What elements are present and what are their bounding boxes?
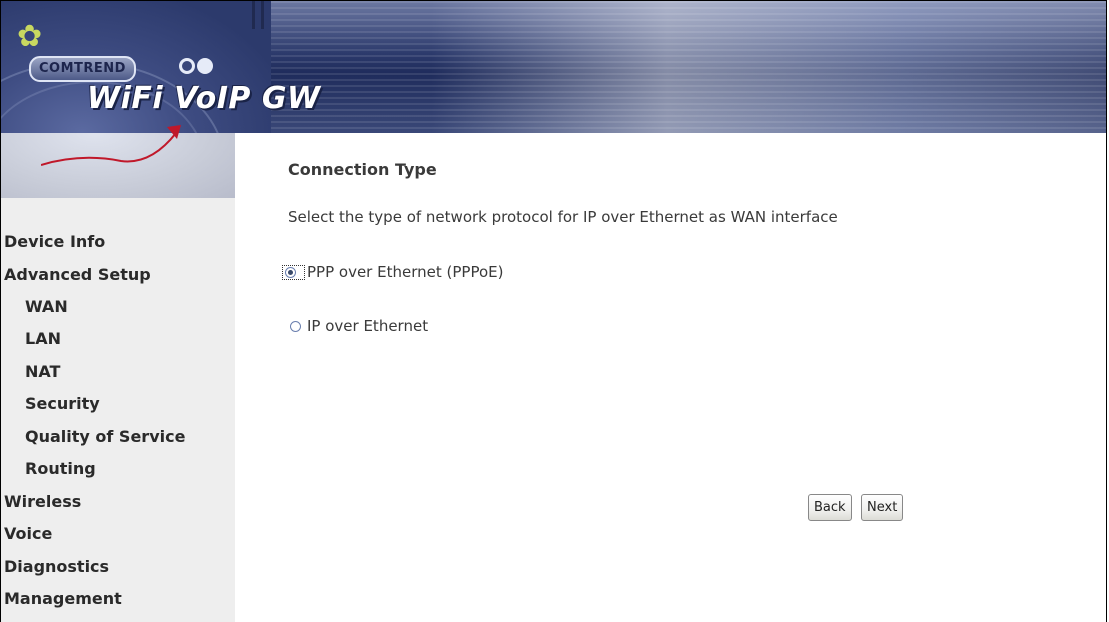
logo-tail — [1, 125, 235, 198]
sidebar-item-advanced-setup[interactable]: Advanced Setup — [4, 265, 151, 284]
sidebar-item-device-info[interactable]: Device Info — [4, 232, 105, 251]
sidebar-item-lan[interactable]: LAN — [25, 329, 61, 348]
option-pppoe-label: PPP over Ethernet (PPPoE) — [307, 263, 504, 281]
logo-ring-icon — [179, 58, 195, 74]
product-name: WiFi VoIP GW — [87, 81, 321, 116]
brand-logo: COMTREND — [29, 56, 136, 82]
sidebar-item-wireless[interactable]: Wireless — [4, 492, 81, 511]
option-pppoe[interactable]: PPP over Ethernet (PPPoE) — [282, 263, 503, 281]
header-divider — [252, 1, 255, 29]
next-button[interactable]: Next — [861, 494, 904, 521]
sidebar-item-quality-of-service[interactable]: Quality of Service — [25, 427, 185, 446]
intro-text: Select the type of network protocol for … — [288, 208, 838, 226]
sidebar-item-wan[interactable]: WAN — [25, 297, 68, 316]
sidebar-item-nat[interactable]: NAT — [25, 362, 60, 381]
page-title: Connection Type — [288, 160, 437, 179]
sidebar-item-routing[interactable]: Routing — [25, 459, 96, 478]
header-divider — [261, 1, 264, 29]
option-ipoe[interactable]: IP over Ethernet — [290, 317, 428, 335]
sidebar-item-security[interactable]: Security — [25, 394, 100, 413]
header-shine — [431, 1, 1106, 133]
sidebar: Device Info Advanced Setup WAN LAN NAT S… — [1, 198, 235, 622]
sidebar-item-diagnostics[interactable]: Diagnostics — [4, 557, 109, 576]
focus-outline — [282, 264, 305, 280]
sidebar-item-management[interactable]: Management — [4, 589, 122, 608]
radio-ipoe[interactable] — [290, 320, 301, 332]
radio-pppoe[interactable] — [285, 266, 296, 278]
sidebar-item-voice[interactable]: Voice — [4, 524, 52, 543]
swoosh-graphic — [41, 125, 181, 166]
option-ipoe-label: IP over Ethernet — [307, 317, 429, 335]
flower-logo-icon: ✿ — [17, 19, 43, 54]
back-button[interactable]: Back — [808, 494, 852, 521]
logo-dot-icon — [197, 58, 213, 74]
